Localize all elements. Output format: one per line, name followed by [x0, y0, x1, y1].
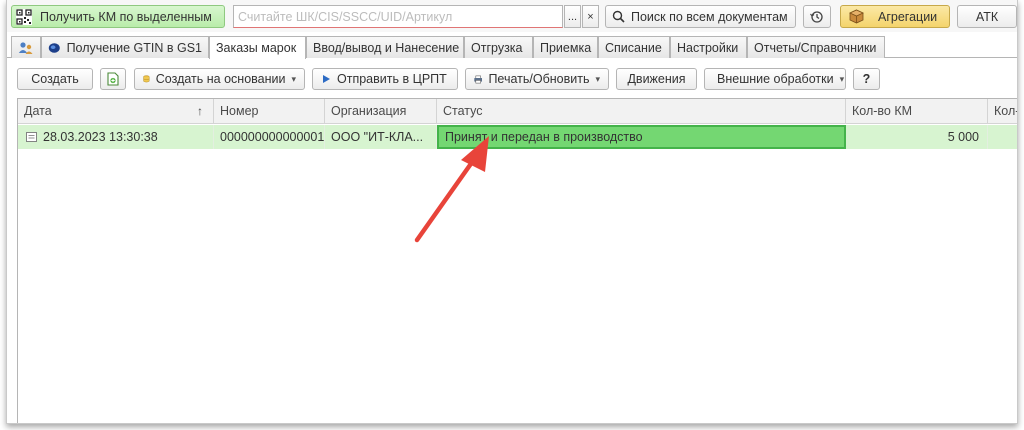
cell-number: 000000000000001 [214, 125, 325, 149]
organization-value: ООО "ИТ-КЛА... [331, 130, 424, 144]
tab-receiving[interactable]: Приемка [533, 36, 598, 58]
column-header-count-2[interactable]: Кол-в [988, 99, 1017, 124]
tab-users[interactable] [11, 36, 41, 58]
send-to-crpt-button[interactable]: Отправить в ЦРПТ [312, 68, 458, 90]
barcode-search-field[interactable] [233, 5, 563, 28]
tab-write-off[interactable]: Списание [598, 36, 670, 58]
search-clear-button[interactable]: × [582, 5, 599, 28]
help-button[interactable]: ? [853, 68, 880, 90]
create-based-label: Создать на основании [155, 72, 286, 86]
chevron-down-icon: ▾ [839, 73, 845, 84]
movements-button[interactable]: Движения [616, 68, 697, 90]
number-value: 000000000000001 [220, 130, 325, 144]
qr-code-icon [16, 8, 32, 25]
column-header-label: Кол-во КМ [852, 104, 913, 118]
history-button[interactable] [803, 5, 831, 28]
column-header-label: Номер [220, 104, 259, 118]
get-km-label: Получить КМ по выделенным [40, 9, 212, 24]
column-header-km-count[interactable]: Кол-во КМ [846, 99, 988, 124]
create-label: Создать [31, 72, 79, 86]
tab-gtin-gs1[interactable]: Получение GTIN в GS1 [41, 36, 209, 58]
tab-label: Получение GTIN в GS1 [66, 40, 202, 55]
search-all-label: Поиск по всем документам [631, 9, 788, 24]
external-label: Внешние обработки [717, 72, 834, 86]
gs1-globe-icon [48, 42, 60, 53]
send-label: Отправить в ЦРПТ [337, 72, 447, 86]
new-document-icon [106, 72, 119, 86]
tab-label: Ввод/вывод и Нанесение [313, 40, 460, 55]
tab-label: Настройки [677, 40, 739, 55]
tab-shipment[interactable]: Отгрузка [464, 36, 533, 58]
document-icon [26, 132, 37, 142]
search-icon [612, 10, 625, 23]
users-icon [18, 41, 33, 54]
create-based-on-button[interactable]: Создать на основании ▾ [134, 68, 305, 90]
get-km-button[interactable]: Получить КМ по выделенным [11, 5, 225, 28]
date-value: 28.03.2023 13:30:38 [43, 130, 158, 144]
tab-label: Отгрузка [471, 40, 523, 55]
km-count-value: 5 000 [947, 130, 979, 144]
movements-label: Движения [627, 72, 686, 86]
cell-organization: ООО "ИТ-КЛА... [325, 125, 437, 149]
tab-label: Отчеты/Справочники [754, 40, 877, 55]
search-all-documents-button[interactable]: Поиск по всем документам [605, 5, 796, 28]
column-header-date[interactable]: Дата ↑ [18, 99, 214, 124]
cell-status: Принят и передан в производство [437, 125, 846, 149]
column-header-status[interactable]: Статус [437, 99, 846, 124]
create-copy-button[interactable] [100, 68, 126, 90]
tab-bar: Получение GTIN в GS1 Заказы марок Ввод/в… [7, 36, 1017, 59]
aggregations-button[interactable]: Агрегации [840, 5, 950, 28]
column-header-organization[interactable]: Организация [325, 99, 437, 124]
tab-label: Приемка [540, 40, 592, 55]
create-button[interactable]: Создать [17, 68, 93, 90]
more-glyph: ... [567, 10, 578, 23]
help-icon: ? [862, 72, 871, 86]
sort-ascending-icon: ↑ [197, 104, 203, 118]
atk-label: АТК [975, 9, 999, 24]
atk-button[interactable]: АТК [957, 5, 1017, 28]
column-header-label: Организация [331, 104, 407, 118]
box-icon [849, 9, 864, 24]
tab-mark-orders[interactable]: Заказы марок [209, 36, 306, 59]
print-refresh-button[interactable]: Печать/Обновить ▾ [465, 68, 609, 90]
print-label: Печать/Обновить [488, 72, 590, 86]
orders-table: Дата ↑ Номер Организация Статус Кол-во К… [17, 98, 1017, 423]
tab-input-output[interactable]: Ввод/вывод и Нанесение [306, 36, 464, 58]
external-processing-button[interactable]: Внешние обработки ▾ [704, 68, 846, 90]
table-header: Дата ↑ Номер Организация Статус Кол-во К… [18, 99, 1017, 124]
main-window: Получить КМ по выделенным ... × Поиск по… [6, 0, 1018, 424]
column-header-label: Дата [24, 104, 52, 118]
chevron-down-icon: ▾ [291, 73, 296, 84]
top-toolbar: Получить КМ по выделенным ... × Поиск по… [7, 0, 1017, 32]
aggregations-label: Агрегации [878, 9, 938, 24]
play-icon [323, 75, 330, 83]
database-icon [143, 75, 150, 83]
printer-icon [474, 75, 483, 83]
clear-icon: × [587, 10, 594, 23]
tab-settings[interactable]: Настройки [670, 36, 747, 58]
cell-count-2 [988, 125, 1017, 149]
status-value: Принят и передан в производство [445, 130, 643, 144]
chevron-down-icon: ▾ [595, 73, 600, 84]
column-header-label: Статус [443, 104, 483, 118]
command-bar: Создать Создать на основании ▾ Отправить… [7, 64, 1017, 94]
history-icon [810, 10, 823, 23]
table-row[interactable]: 28.03.2023 13:30:38 000000000000001 ООО … [18, 125, 1017, 149]
search-more-button[interactable]: ... [564, 5, 581, 28]
cell-km-count: 5 000 [846, 125, 988, 149]
tab-label: Списание [605, 40, 662, 55]
column-header-label: Кол-в [994, 104, 1017, 118]
cell-date: 28.03.2023 13:30:38 [18, 125, 214, 149]
tab-label: Заказы марок [216, 41, 297, 55]
barcode-search-input[interactable] [234, 6, 562, 27]
column-header-number[interactable]: Номер [214, 99, 325, 124]
tab-reports[interactable]: Отчеты/Справочники [747, 36, 885, 58]
